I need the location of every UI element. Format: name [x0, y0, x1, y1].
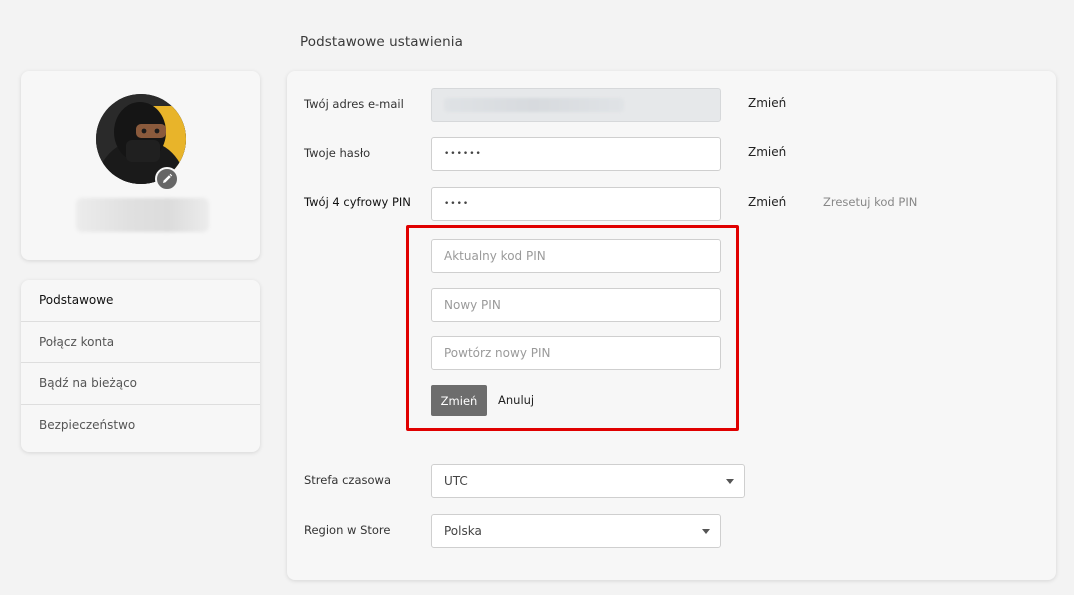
nav-item-stay-updated[interactable]: Bądź na bieżąco	[21, 363, 260, 405]
timezone-select[interactable]: UTC	[431, 464, 745, 498]
region-value: Polska	[444, 524, 482, 538]
timezone-label: Strefa czasowa	[304, 473, 391, 487]
email-redacted	[444, 98, 624, 112]
settings-nav: Podstawowe Połącz konta Bądź na bieżąco …	[21, 280, 260, 452]
chevron-down-icon	[726, 479, 734, 484]
reset-pin-link[interactable]: Zresetuj kod PIN	[823, 195, 917, 209]
pin-field[interactable]: ••••	[431, 187, 721, 221]
pencil-icon	[161, 170, 173, 189]
nav-item-security[interactable]: Bezpieczeństwo	[21, 405, 260, 447]
change-email-link[interactable]: Zmień	[748, 96, 786, 110]
username-redacted	[76, 198, 209, 232]
edit-avatar-button[interactable]	[155, 167, 179, 191]
timezone-value: UTC	[444, 474, 468, 488]
change-pin-link[interactable]: Zmień	[748, 195, 786, 209]
pin-value: ••••	[444, 199, 470, 209]
region-select[interactable]: Polska	[431, 514, 721, 548]
nav-item-basic[interactable]: Podstawowe	[21, 280, 260, 322]
chevron-down-icon	[702, 529, 710, 534]
change-password-link[interactable]: Zmień	[748, 145, 786, 159]
password-value: ••••••	[444, 149, 482, 159]
password-label: Twoje hasło	[304, 146, 371, 160]
nav-item-connect-accounts[interactable]: Połącz konta	[21, 322, 260, 363]
region-label: Region w Store	[304, 523, 391, 537]
email-label: Twój adres e-mail	[304, 97, 404, 111]
pin-label: Twój 4 cyfrowy PIN	[304, 195, 411, 209]
highlight-box	[406, 225, 739, 431]
password-field[interactable]: ••••••	[431, 137, 721, 171]
page-title: Podstawowe ustawienia	[300, 34, 463, 50]
email-field	[431, 88, 721, 122]
